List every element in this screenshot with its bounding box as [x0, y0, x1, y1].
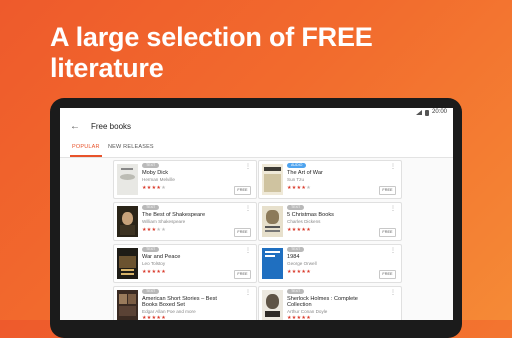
- book-title: 1984: [287, 254, 300, 260]
- rating-stars: ★★★★★: [142, 315, 166, 321]
- book-cover: [117, 164, 138, 195]
- book-author: Arthur Conan Doyle: [287, 309, 328, 314]
- book-title: The Art of War: [287, 170, 323, 176]
- battery-icon: [424, 109, 429, 116]
- page-title: Free books: [91, 122, 132, 131]
- format-badge: AUDIO: [287, 163, 307, 168]
- signal-icon: [415, 110, 422, 115]
- book-author: Edgar Allan Poe and more: [142, 309, 196, 314]
- more-options-icon[interactable]: ⋮: [390, 164, 396, 170]
- status-time: 20:00: [431, 109, 447, 115]
- app-bar: ← Free books: [60, 117, 453, 137]
- book-card[interactable]: TEXT The Best of Shakespeare William Sha…: [113, 202, 257, 241]
- more-options-icon[interactable]: ⋮: [245, 290, 251, 296]
- book-author: Sun Tzu: [287, 177, 305, 182]
- format-badge: TEXT: [287, 247, 305, 252]
- book-cover: [262, 290, 283, 320]
- star-icon: ★: [161, 185, 166, 191]
- book-cover: [262, 248, 283, 279]
- free-download-button[interactable]: FREE: [379, 270, 396, 279]
- book-card[interactable]: TEXT 5 Christmas Books Charles Dickens ★…: [258, 202, 402, 241]
- headline: A large selection of FREE literature: [50, 22, 373, 83]
- book-author: Leo Tolstoy: [142, 261, 166, 266]
- book-card[interactable]: AUDIO The Art of War Sun Tzu ★★★★★ ⋮ FRE…: [258, 160, 402, 199]
- more-options-icon[interactable]: ⋮: [245, 248, 251, 254]
- format-badge: TEXT: [142, 247, 160, 252]
- book-card[interactable]: TEXT Sherlock Holmes : Complete Collecti…: [258, 286, 402, 320]
- book-cover: [262, 206, 283, 237]
- format-badge: TEXT: [287, 205, 305, 210]
- more-options-icon[interactable]: ⋮: [245, 206, 251, 212]
- free-download-button[interactable]: FREE: [234, 228, 251, 237]
- book-title: American Short Stories – Best Books Boxe…: [142, 296, 217, 309]
- format-badge: TEXT: [287, 289, 305, 294]
- format-badge: TEXT: [142, 289, 160, 294]
- rating-stars: ★★★★★: [142, 270, 166, 275]
- book-author: George Orwell: [287, 261, 317, 266]
- rating-stars: ★★★★★: [142, 228, 166, 233]
- book-author: Herman Melville: [142, 177, 175, 182]
- more-options-icon[interactable]: ⋮: [245, 164, 251, 170]
- book-cover: [117, 248, 138, 279]
- star-icon: ★: [161, 269, 166, 275]
- more-options-icon[interactable]: ⋮: [390, 248, 396, 254]
- tab-popular[interactable]: POPULAR: [72, 144, 100, 151]
- book-author: Charles Dickens: [287, 219, 321, 224]
- free-download-button[interactable]: FREE: [379, 186, 396, 195]
- star-icon: ★: [306, 315, 311, 321]
- book-cover: [262, 164, 283, 195]
- active-tab-indicator: [70, 155, 102, 157]
- more-options-icon[interactable]: ⋮: [390, 206, 396, 212]
- star-icon: ★: [306, 185, 311, 191]
- rating-stars: ★★★★★: [287, 186, 311, 191]
- star-icon: ★: [306, 269, 311, 275]
- rating-stars: ★★★★★: [287, 270, 311, 275]
- format-badge: TEXT: [142, 163, 160, 168]
- book-title: The Best of Shakespeare: [142, 212, 206, 218]
- tab-new-releases[interactable]: NEW RELEASES: [108, 144, 154, 151]
- tab-bar: POPULAR NEW RELEASES: [60, 137, 453, 158]
- star-icon: ★: [161, 315, 166, 321]
- book-cover: [117, 290, 138, 320]
- rating-stars: ★★★★★: [142, 186, 166, 191]
- app-screen: 20:00 ← Free books POPULAR NEW RELEASES …: [60, 108, 453, 320]
- star-icon: ★: [306, 227, 311, 233]
- book-cover: [117, 206, 138, 237]
- book-title: Sherlock Holmes : Complete Collection: [287, 296, 358, 309]
- book-title: Moby Dick: [142, 170, 169, 176]
- more-options-icon[interactable]: ⋮: [390, 290, 396, 296]
- book-card[interactable]: TEXT Moby Dick Herman Melville ★★★★★ ⋮ F…: [113, 160, 257, 199]
- book-card[interactable]: TEXT American Short Stories – Best Books…: [113, 286, 257, 320]
- format-badge: TEXT: [142, 205, 160, 210]
- book-title: 5 Christmas Books: [287, 212, 334, 218]
- book-title: War and Peace: [142, 254, 181, 260]
- book-author: William Shakespeare: [142, 219, 186, 224]
- free-download-button[interactable]: FREE: [234, 270, 251, 279]
- free-download-button[interactable]: FREE: [379, 228, 396, 237]
- rating-stars: ★★★★★: [287, 228, 311, 233]
- status-bar: 20:00: [60, 108, 453, 117]
- free-download-button[interactable]: FREE: [234, 186, 251, 195]
- rating-stars: ★★★★★: [287, 315, 311, 321]
- star-icon: ★: [161, 227, 166, 233]
- book-card[interactable]: TEXT 1984 George Orwell ★★★★★ ⋮ FREE: [258, 244, 402, 283]
- back-arrow-icon[interactable]: ←: [70, 121, 80, 133]
- book-card[interactable]: TEXT War and Peace Leo Tolstoy ★★★★★ ⋮ F…: [113, 244, 257, 283]
